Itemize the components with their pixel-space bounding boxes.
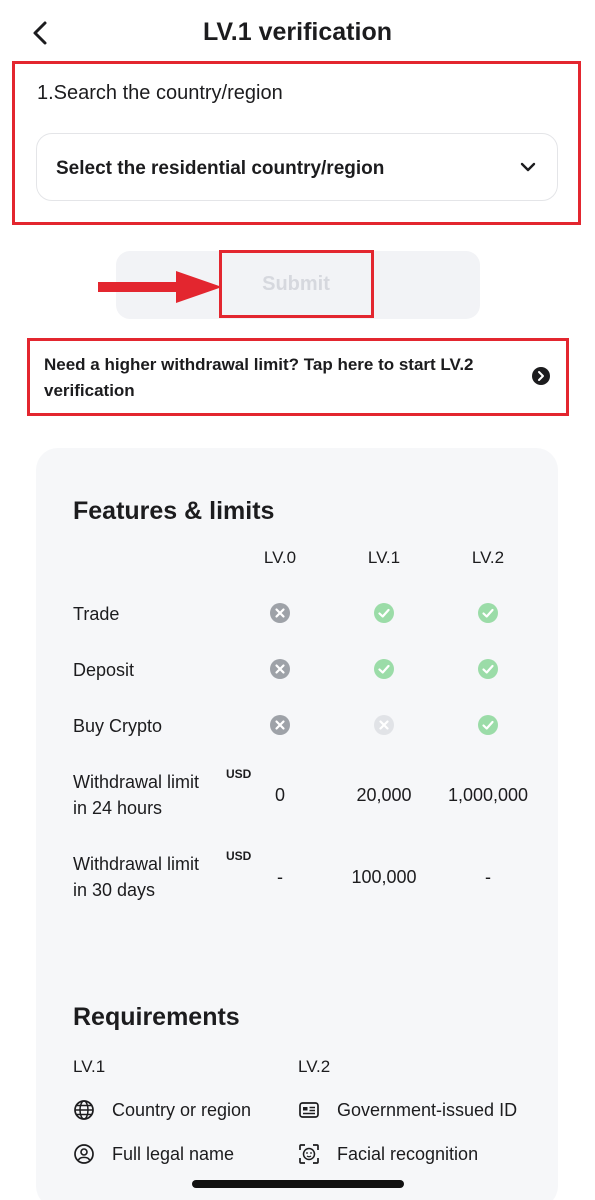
column-header-lv2: LV.2 [471, 548, 505, 567]
row-label-withdrawal-30d-line2: in 30 days [73, 880, 156, 900]
country-region-select-value: Select the residential country/region [56, 158, 385, 179]
row-label-withdrawal-24h-line2: in 24 hours [73, 798, 163, 818]
requirements-lv2-heading: LV.2 [298, 1057, 331, 1076]
unit-usd-24h: USD [226, 767, 252, 781]
country-region-select[interactable]: Select the residential country/region [36, 133, 558, 201]
requirement-government-id: Government-issued ID [337, 1100, 518, 1120]
chevron-right-circle-icon [532, 367, 550, 385]
red-pointer-arrow [98, 271, 222, 303]
cross-circle-disabled-icon [374, 715, 394, 735]
check-circle-icon [478, 603, 498, 623]
row-label-buy-crypto: Buy Crypto [73, 716, 163, 736]
row-label-trade: Trade [73, 604, 120, 624]
check-circle-icon [374, 659, 394, 679]
id-card-icon [299, 1102, 319, 1118]
cell-withdrawal-24h-lv1: 20,000 [356, 785, 412, 805]
chevron-down-icon [520, 162, 536, 172]
requirement-full-legal-name: Full legal name [112, 1144, 235, 1164]
cell-withdrawal-24h-lv0: 0 [274, 785, 286, 805]
cell-withdrawal-30d-lv0: - [277, 867, 283, 887]
row-label-deposit: Deposit [73, 660, 135, 680]
requirements-lv1-heading: LV.1 [73, 1057, 106, 1076]
row-label-withdrawal-30d: Withdrawal limit in 30 days [73, 851, 199, 903]
row-label-withdrawal-24h-line1: Withdrawal limit [73, 772, 200, 792]
column-header-lv0: LV.0 [263, 548, 297, 567]
features-title: Features & limits [73, 497, 275, 525]
cell-withdrawal-30d-lv1: 100,000 [351, 867, 417, 887]
cross-circle-icon [270, 659, 290, 679]
face-scan-icon [299, 1144, 319, 1164]
requirement-country-or-region: Country or region [112, 1100, 252, 1120]
cross-circle-icon [270, 715, 290, 735]
lv2-verification-link[interactable]: Need a higher withdrawal limit? Tap here… [27, 338, 569, 416]
check-circle-icon [478, 715, 498, 735]
row-label-withdrawal-24h: Withdrawal limit in 24 hours [73, 769, 199, 821]
cross-circle-icon [270, 603, 290, 623]
check-circle-icon [374, 603, 394, 623]
user-icon [74, 1144, 94, 1164]
section-label-search: 1.Search the country/region [37, 82, 283, 104]
submit-button[interactable]: Submit [220, 251, 372, 317]
unit-usd-30d: USD [226, 849, 252, 863]
globe-icon [74, 1100, 94, 1120]
header-bar: LV.1 verification [0, 0, 595, 64]
row-label-withdrawal-30d-line1: Withdrawal limit [73, 854, 200, 874]
cell-withdrawal-30d-lv2: - [485, 867, 491, 887]
requirements-title: Requirements [73, 1003, 240, 1031]
home-indicator [192, 1180, 404, 1188]
column-header-lv1: LV.1 [367, 548, 401, 567]
check-circle-icon [478, 659, 498, 679]
cell-withdrawal-24h-lv2: 1,000,000 [447, 785, 529, 805]
page-title: LV.1 verification [203, 18, 392, 46]
requirement-facial-recognition: Facial recognition [337, 1144, 479, 1164]
lv2-verification-text: Need a higher withdrawal limit? Tap here… [44, 355, 474, 400]
